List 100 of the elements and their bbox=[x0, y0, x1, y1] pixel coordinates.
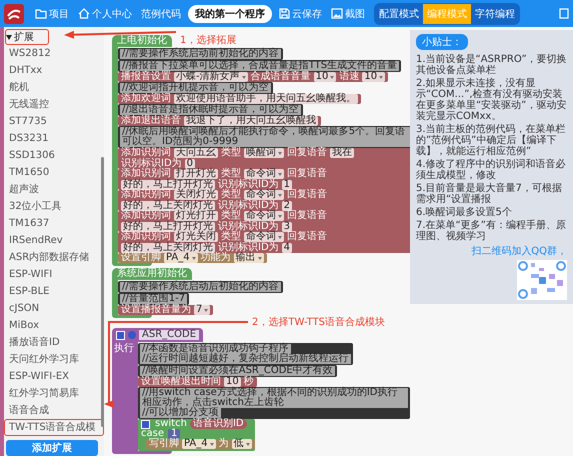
text-input[interactable]: 打开灯光 bbox=[174, 169, 218, 179]
speech-block[interactable]: 播报音设置 小蝶-清新女声 合成语音音量 10 语速 10 bbox=[118, 72, 388, 82]
block-label: 识别标识ID为 bbox=[218, 222, 279, 232]
folder-icon bbox=[35, 8, 47, 19]
text-input[interactable]: 天问五幺 bbox=[174, 148, 218, 158]
text-input[interactable]: 我退下了，用天问五幺唤醒我 bbox=[184, 116, 318, 126]
block-foot bbox=[112, 315, 152, 318]
text-input[interactable]: 关闭灯光 bbox=[174, 190, 218, 200]
text-input[interactable]: 灯光关闭 bbox=[174, 232, 218, 242]
dropdown[interactable]: 低 bbox=[232, 439, 252, 449]
sidebar-item[interactable]: 无线遥控 bbox=[4, 96, 104, 113]
minus-icon[interactable] bbox=[116, 330, 125, 340]
comment-text[interactable]: //休眠后用唤醒词唤醒后才能执行命令，唤醒词最多5个。回复语可以空。ID范围为0-9999 bbox=[120, 127, 412, 147]
function-name-field[interactable]: ASR_CODE bbox=[139, 330, 200, 340]
comment-text[interactable]: //退出语音是指休眠时提示音，可以为空 bbox=[120, 105, 301, 115]
mode-tab[interactable]: 配置模式 bbox=[375, 4, 423, 24]
caret-icon bbox=[278, 172, 282, 176]
dropdown[interactable]: 命令词 bbox=[244, 169, 284, 179]
sidebar-item[interactable]: TW-TTS语音合成模 bbox=[4, 419, 104, 436]
block-label: 设置引脚 bbox=[121, 253, 161, 263]
mode-tab[interactable]: 字符编程 bbox=[471, 4, 519, 24]
text-input[interactable]: 2 bbox=[282, 201, 292, 211]
speech-block[interactable]: 设置播报音量为 7 bbox=[118, 305, 214, 315]
block-label: 类型 bbox=[221, 148, 241, 158]
sidebar-item[interactable]: ASR内部数据存储 bbox=[4, 249, 104, 266]
block-label: 添加识别词 bbox=[121, 190, 171, 200]
text-input[interactable]: 10 bbox=[224, 377, 241, 387]
caret-icon bbox=[242, 76, 246, 78]
sidebar-item[interactable]: cJSON bbox=[4, 300, 104, 317]
speech-block[interactable]: 添加欢迎词 欢迎使用语音助手，用天问五幺唤醒我。 bbox=[118, 94, 361, 104]
comment-text[interactable]: //播报音下拉菜单可以选择，合成音量是指TTS生成文件的音量 bbox=[120, 61, 400, 71]
tip-text: 4.修改了程序中的识别词和语音必须生成模型，修改 bbox=[416, 159, 567, 181]
sidebar-item[interactable]: TM1637 bbox=[4, 215, 104, 232]
block-label: 添加欢迎词 bbox=[121, 94, 171, 104]
dropdown[interactable]: 10 bbox=[314, 72, 336, 82]
dropdown[interactable]: 命令词 bbox=[244, 211, 284, 221]
comment-text[interactable]: //欢迎词指开机提示音，可以为空 bbox=[120, 83, 271, 93]
scrollbar[interactable] bbox=[101, 157, 104, 427]
sidebar-item[interactable]: 超声波 bbox=[4, 181, 104, 198]
dropdown[interactable]: 命令词 bbox=[244, 190, 284, 200]
sidebar-item[interactable]: TM1650 bbox=[4, 164, 104, 181]
function-block-header[interactable]: ASR_CODE bbox=[112, 328, 204, 342]
text-input[interactable]: 灯光打开 bbox=[174, 211, 218, 221]
sidebar-item[interactable]: 语音合成 bbox=[4, 402, 104, 419]
sidebar-item[interactable]: 天问红外学习库 bbox=[4, 351, 104, 368]
comment-text[interactable]: //需要操作系统启动前初始化的内容 bbox=[120, 49, 281, 59]
block-label: switch bbox=[155, 419, 187, 429]
text-input[interactable]: 0 bbox=[184, 159, 196, 169]
sidebar-item[interactable]: IRSendRev bbox=[4, 232, 104, 249]
dropdown[interactable]: 10 bbox=[362, 72, 386, 82]
text-input[interactable]: 好的，马上关闭灯光 bbox=[121, 243, 215, 253]
dropdown[interactable]: 输出 bbox=[234, 253, 264, 263]
sidebar-item[interactable]: ESP-BLE bbox=[4, 283, 104, 300]
dropdown[interactable]: 小蝶-清新女声 bbox=[174, 72, 248, 82]
comment-text[interactable]: //运行时间越短越好，复杂控制启动新线程运行 bbox=[140, 354, 351, 364]
text-input[interactable]: 好的，马上打开灯光 bbox=[121, 180, 215, 190]
sidebar-item[interactable]: 播放语音ID bbox=[4, 334, 104, 351]
save-icon bbox=[279, 8, 290, 19]
category-item[interactable]: 扩展 bbox=[5, 29, 49, 45]
text-input[interactable]: 3 bbox=[282, 222, 292, 232]
comment-text[interactable]: //用switch case方式选择，根据不同的识别成功的ID执行相应动作，点击switch左上齿轮 bbox=[140, 388, 408, 408]
sidebar-item[interactable]: 红外学习简易库 bbox=[4, 385, 104, 402]
speech-block[interactable]: 添加退出语音 我退下了，用天问五幺唤醒我 bbox=[118, 116, 321, 126]
speech-block[interactable]: 设置唤醒退出时间 10 秒 bbox=[138, 377, 257, 387]
sidebar-item[interactable]: SSD1306 bbox=[4, 147, 104, 164]
text-input[interactable]: 欢迎使用语音助手，用天问五幺唤醒我。 bbox=[174, 94, 358, 104]
text-input[interactable]: 4 bbox=[282, 243, 292, 253]
dropdown[interactable]: 7 bbox=[194, 305, 210, 315]
sidebar-item[interactable]: DHTxx bbox=[4, 62, 104, 79]
dropdown[interactable]: 唤醒词 bbox=[244, 148, 284, 158]
switch-block[interactable]: switch 语音识别ID bbox=[138, 419, 250, 429]
sidebar-item[interactable]: WS2812 bbox=[4, 45, 104, 62]
dropdown[interactable]: PA_4 bbox=[182, 439, 216, 449]
comment-text[interactable]: //唤醒时间设置必须在ASR_CODE中才有效 bbox=[140, 366, 335, 376]
pin-block[interactable]: 写引脚 PA_4 为 低 bbox=[146, 439, 255, 449]
dropdown[interactable]: 命令词 bbox=[244, 232, 284, 242]
sidebar-item[interactable]: DS3231 bbox=[4, 130, 104, 147]
text-input[interactable]: 我在 bbox=[330, 148, 354, 158]
pin-block[interactable]: 设置引脚 PA_4 功能为 输出 bbox=[118, 253, 267, 263]
text-input[interactable]: 好的，马上关闭灯光 bbox=[121, 201, 215, 211]
text-input[interactable]: 好的，马上打开灯光 bbox=[121, 222, 215, 232]
sidebar-item[interactable]: ESP-WIFI bbox=[4, 266, 104, 283]
comment-text[interactable]: //音量范围1-7 bbox=[120, 294, 188, 304]
sidebar-item[interactable]: 舵机 bbox=[4, 79, 104, 96]
comment-text[interactable]: //可以增加分支项 bbox=[140, 408, 221, 418]
sidebar-item[interactable]: ST7735 bbox=[4, 113, 104, 130]
qr-code-drawing bbox=[517, 260, 567, 300]
comment-text[interactable]: //本函数是语音识别成功钩子程序 bbox=[140, 344, 291, 354]
sidebar-item[interactable]: MiBox bbox=[4, 317, 104, 334]
sidebar-item[interactable]: ESP-WIFI-EX bbox=[4, 368, 104, 385]
comment-text[interactable]: //需要操作系统启动后初始化的内容 bbox=[120, 282, 281, 292]
number-input[interactable]: 1 bbox=[168, 429, 180, 439]
block-label: 识别标识ID为 bbox=[218, 243, 279, 253]
sidebar-item[interactable]: 32位小工具 bbox=[4, 198, 104, 215]
value-reporter[interactable]: 语音识别ID bbox=[190, 419, 247, 429]
text-input[interactable]: 1 bbox=[282, 180, 292, 190]
dropdown[interactable]: PA_4 bbox=[164, 253, 198, 263]
project-name-field[interactable]: 我的第一个程序 bbox=[188, 4, 272, 22]
block-label: 类型 bbox=[221, 169, 241, 179]
gear-icon[interactable] bbox=[141, 420, 150, 428]
